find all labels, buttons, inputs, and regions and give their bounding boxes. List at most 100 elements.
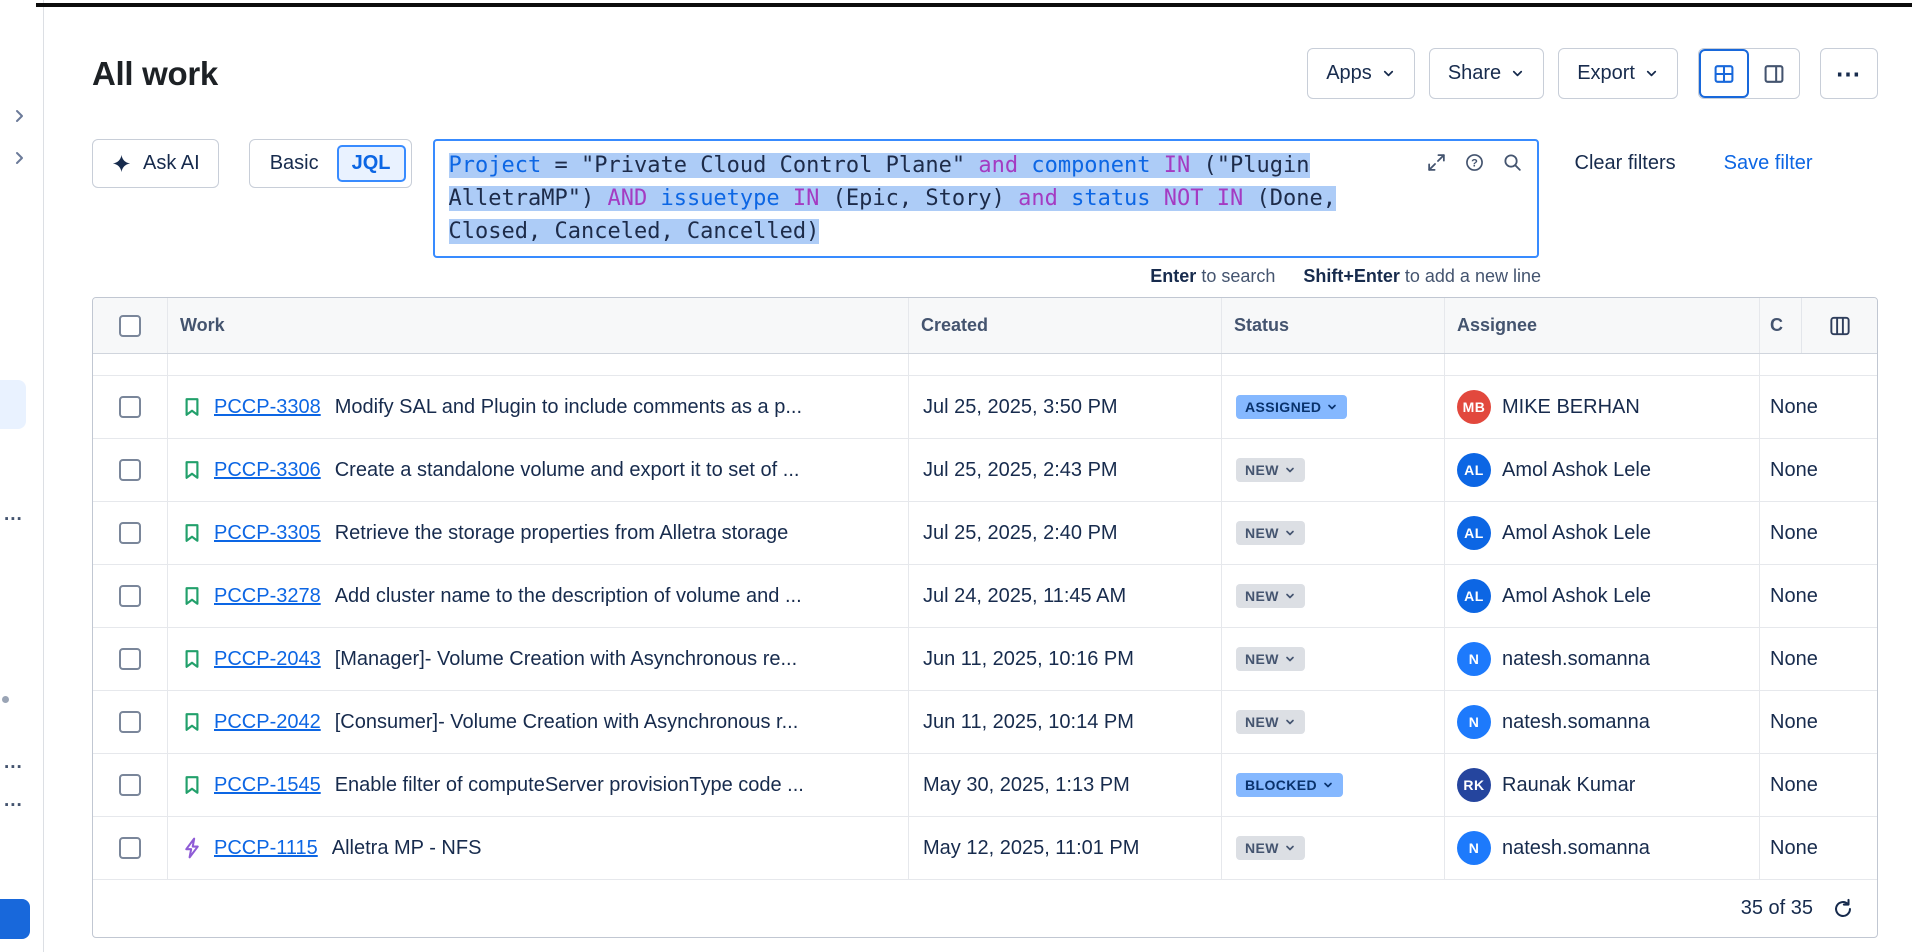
editor-hints: Enter to searchShift+Enter to add a new … [435,266,1541,287]
status-chip[interactable]: NEW [1236,521,1305,545]
window-top-edge [36,3,1912,7]
sidebar-item-truncated[interactable]: ... [4,753,23,772]
row-checkbox[interactable] [119,774,141,796]
sidebar-item-dot[interactable] [2,696,9,703]
row-checkbox[interactable] [119,711,141,733]
detail-view-button[interactable] [1749,49,1799,98]
story-icon [180,521,204,545]
sidebar-bottom-tile[interactable] [0,899,30,939]
select-all-checkbox[interactable] [119,315,141,337]
sidebar-item-truncated[interactable]: ... [4,505,23,524]
issue-key-link[interactable]: PCCP-1545 [214,774,321,797]
issue-summary[interactable]: Retrieve the storage properties from All… [335,522,789,545]
sidebar-item-truncated[interactable]: ... [4,791,23,810]
column-header-status[interactable]: Status [1222,298,1445,353]
jql-token: "Private Cloud Control Plane" [581,153,965,178]
chevron-right-icon[interactable] [10,106,30,126]
row-checkbox[interactable] [119,837,141,859]
status-chip[interactable]: NEW [1236,584,1305,608]
status-chip[interactable]: NEW [1236,458,1305,482]
share-button[interactable]: Share [1429,48,1544,99]
jql-token: and [1005,186,1071,211]
jql-token: AlletraMP") [449,186,595,211]
status-label: BLOCKED [1245,777,1317,793]
table-row: PCCP-3278 Add cluster name to the descri… [93,565,1877,628]
jql-query-text: Project = "Private Cloud Control Plane" … [449,149,1523,248]
status-chip[interactable]: NEW [1236,647,1305,671]
status-chip[interactable]: BLOCKED [1236,773,1343,797]
issue-summary[interactable]: Create a standalone volume and export it… [335,459,800,482]
grid-view-icon [1712,62,1736,86]
row-checkbox[interactable] [119,522,141,544]
side-panel-view-icon [1762,62,1786,86]
expand-icon[interactable] [1426,152,1447,173]
svg-text:?: ? [1471,157,1478,169]
status-label: NEW [1245,651,1279,667]
status-label: NEW [1245,714,1279,730]
status-chip[interactable]: NEW [1236,836,1305,860]
column-header-assignee[interactable]: Assignee [1445,298,1760,353]
issue-key-link[interactable]: PCCP-3278 [214,585,321,608]
more-button[interactable]: ⋯ [1820,48,1878,99]
created-cell: May 12, 2025, 11:01 PM [909,817,1222,879]
grid-view-button[interactable] [1699,49,1749,98]
assignee-name: natesh.somanna [1502,837,1650,860]
jql-token: ("Plugin [1204,153,1310,178]
story-icon [180,647,204,671]
issue-key-link[interactable]: PCCP-2042 [214,711,321,734]
work-items-table: Work Created Status Assignee C PCCP-3308… [92,297,1878,938]
issue-summary[interactable]: Alletra MP - NFS [332,837,482,860]
issue-summary[interactable]: Add cluster name to the description of v… [335,585,802,608]
row-checkbox[interactable] [119,585,141,607]
issue-key-link[interactable]: PCCP-3308 [214,396,321,419]
status-chip[interactable]: NEW [1236,710,1305,734]
jql-editor[interactable]: Project = "Private Cloud Control Plane" … [433,139,1539,258]
issue-key-link[interactable]: PCCP-2043 [214,648,321,671]
search-icon[interactable] [1502,152,1523,173]
ai-sparkle-icon [111,153,132,174]
refresh-icon[interactable] [1831,897,1855,921]
issue-summary[interactable]: Modify SAL and Plugin to include comment… [335,396,802,419]
column-header-created[interactable]: Created [909,298,1222,353]
issue-key-link[interactable]: PCCP-1115 [214,837,318,860]
jql-token: AND [594,186,660,211]
apps-button[interactable]: Apps [1307,48,1415,99]
jql-line: AlletraMP") AND issuetype IN (Epic, Stor… [449,182,1523,215]
chevron-right-icon[interactable] [10,148,30,168]
table-row: PCCP-2042 [Consumer]- Volume Creation wi… [93,691,1877,754]
table-row: PCCP-2043 [Manager]- Volume Creation wit… [93,628,1877,691]
jql-token: (Done, [1257,186,1336,211]
issue-summary[interactable]: [Manager]- Volume Creation with Asynchro… [335,648,797,671]
export-button[interactable]: Export [1558,48,1678,99]
avatar: N [1457,642,1491,676]
row-checkbox[interactable] [119,648,141,670]
mode-jql-tab[interactable]: JQL [337,145,406,182]
status-label: NEW [1245,840,1279,856]
row-checkbox[interactable] [119,459,141,481]
chevron-down-icon [1284,653,1296,665]
chevron-down-icon [1284,716,1296,728]
assignee-name: Amol Ashok Lele [1502,522,1651,545]
issue-summary[interactable]: Enable filter of computeServer provision… [335,774,804,797]
mode-basic-tab[interactable]: Basic [255,152,334,175]
issue-key-link[interactable]: PCCP-3305 [214,522,321,545]
jql-token: (Epic, Story) [833,186,1005,211]
assignee-name: Amol Ashok Lele [1502,585,1651,608]
save-filter-link[interactable]: Save filter [1724,152,1813,175]
issue-key-link[interactable]: PCCP-3306 [214,459,321,482]
column-header-work[interactable]: Work [168,298,909,353]
status-chip[interactable]: ASSIGNED [1236,395,1347,419]
column-header-last[interactable]: C [1760,298,1877,353]
issue-summary[interactable]: [Consumer]- Volume Creation with Asynchr… [335,711,799,734]
sidebar-selected-item[interactable] [0,380,26,429]
row-checkbox[interactable] [119,396,141,418]
column-picker-button[interactable] [1801,298,1877,353]
jql-line: Closed, Canceled, Cancelled) [449,215,1523,248]
story-icon [180,395,204,419]
help-icon[interactable]: ? [1464,152,1485,173]
last-cell: None [1760,817,1877,879]
avatar: MB [1457,390,1491,424]
clear-filters-button[interactable]: Clear filters [1575,152,1676,175]
chevron-down-icon [1284,842,1296,854]
ask-ai-button[interactable]: Ask AI [92,139,219,188]
